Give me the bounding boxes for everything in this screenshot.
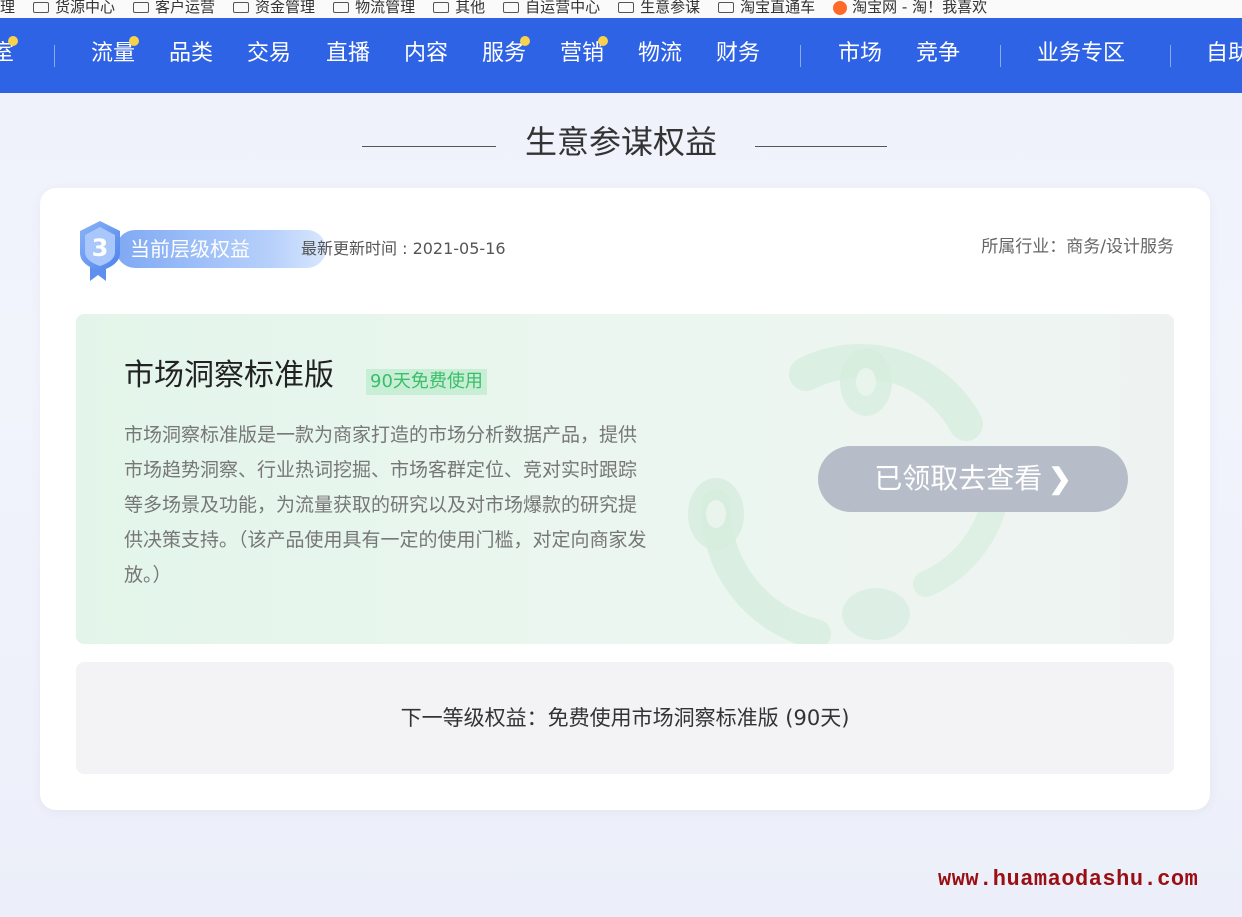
nav-item[interactable]: 品类 [169,40,213,68]
nav-item-label: 交易 [247,41,292,66]
chevron-right-icon: ❯ [1048,462,1072,495]
nav-item-label: 自助 [1206,41,1242,66]
bookmark-label: 生意参谋 [640,0,701,16]
folder-icon [718,2,735,13]
nav-item[interactable]: 直播 [326,40,370,68]
nav-separator [1000,45,1001,67]
nav-separator [54,45,55,67]
title-right-line [755,146,887,147]
folder-icon [133,2,150,13]
nav-item[interactable]: 营销 [560,36,609,68]
watermark: www.huamaodashu.com [938,867,1199,892]
bookmark-label: 其他 [455,0,486,16]
folder-icon [33,2,50,13]
nav-item[interactable]: 竞争 [916,40,960,68]
folder-icon [618,2,635,13]
notification-dot [520,36,531,46]
bookmark-label: 理 [0,0,16,16]
folder-icon [433,2,450,13]
feature-description: 市场洞察标准版是一款为商家打造的市场分析数据产品，提供市场趋势洞察、行业热词挖掘… [124,424,647,586]
nav-separator [800,45,801,67]
bookmark-label: 物流管理 [355,0,416,16]
bookmark-label: 淘宝网 - 淘！我喜欢 [852,0,988,16]
bookmarks-bar: 理 货源中心 客户运营 资金管理 物流管理 其他 自运营中心 生意参谋 淘宝直通车 淘宝网 - 淘… [0,0,1242,18]
bookmark-item[interactable]: 淘宝网 - 淘！我喜欢 [833,0,987,15]
industry-label: 所属行业：商务/设计服务 [981,237,1174,257]
nav-item[interactable]: 市场 [838,40,882,68]
bookmark-item[interactable]: 物流管理 [333,0,416,16]
nav-item[interactable]: 服务 [482,36,531,68]
taobao-favicon [833,0,848,15]
bookmark-label: 货源中心 [55,0,116,16]
feature-panel: 市场洞察标准版 90天免费使用 市场洞察标准版是一款为商家打造的市场分析数据产品… [76,314,1174,644]
bookmark-item[interactable]: 客户运营 [133,0,216,16]
nav-item[interactable]: 室 [0,36,19,68]
bookmark-item[interactable]: 其他 [433,0,486,16]
claimed-view-button[interactable]: 已领取去查看 ❯ [818,446,1128,512]
nav-item-label: 服务 [482,41,527,66]
feature-title: 市场洞察标准版 [124,358,334,393]
nav-item[interactable]: 业务专区 [1037,40,1125,68]
nav-item[interactable]: 交易 [247,40,291,68]
bookmark-label: 淘宝直通车 [740,0,816,16]
bookmark-item[interactable]: 货源中心 [33,0,116,16]
nav-item-label: 业务专区 [1037,41,1126,66]
nav-item-label: 竞争 [916,41,961,66]
section-title: 生意参谋权益 [524,123,717,161]
nav-item-label: 直播 [326,41,371,66]
next-tier-benefit: 下一等级权益：免费使用市场洞察标准版 (90天) [76,662,1174,774]
folder-icon [333,2,350,13]
bookmark-item[interactable]: 理 [0,0,16,16]
folder-icon [233,2,250,13]
benefits-card: 当前层级权益 3 最新更新时间 : 2021-05-16 所属行业：商务/设计服… [40,188,1210,810]
bookmark-item[interactable]: 资金管理 [233,0,316,16]
update-time: 最新更新时间 : 2021-05-16 [301,239,506,258]
notification-dot [598,36,609,46]
nav-item[interactable]: 内容 [404,40,448,68]
folder-icon [503,2,520,13]
bookmark-label: 客户运营 [155,0,216,16]
tier-level: 3 [92,234,109,262]
tier-badge: 当前层级权益 3 [76,219,328,281]
nav-separator [1170,45,1171,67]
nav-item-label: 流量 [91,41,136,66]
notification-dot [8,36,19,46]
bookmark-item[interactable]: 淘宝直通车 [718,0,816,16]
bookmark-item[interactable]: 自运营中心 [503,0,601,16]
nav-item-label: 物流 [638,41,683,66]
bookmark-label: 自运营中心 [525,0,601,16]
free-trial-tag: 90天免费使用 [366,369,487,395]
tier-label: 当前层级权益 [116,230,326,268]
nav-item-label: 市场 [838,41,883,66]
nav-item[interactable]: 流量 [91,36,140,68]
main-nav: 室 流量 品类 交易 直播 内容 服务 营销 物流 财务 市场 竞争 业务专区 自助 [0,18,1242,93]
nav-item[interactable]: 物流 [638,40,682,68]
nav-item-label: 内容 [404,41,449,66]
nav-item[interactable]: 自助 [1206,40,1242,68]
claim-button-label: 已领取去查看 [874,462,1043,495]
nav-item-label: 财务 [716,41,761,66]
nav-item-label: 品类 [169,41,214,66]
nav-item[interactable]: 财务 [716,40,760,68]
tier-shield-icon: 3 [80,221,120,281]
bookmark-label: 资金管理 [255,0,316,16]
bookmark-item[interactable]: 生意参谋 [618,0,701,16]
notification-dot [129,36,140,46]
nav-item-label: 营销 [560,41,605,66]
